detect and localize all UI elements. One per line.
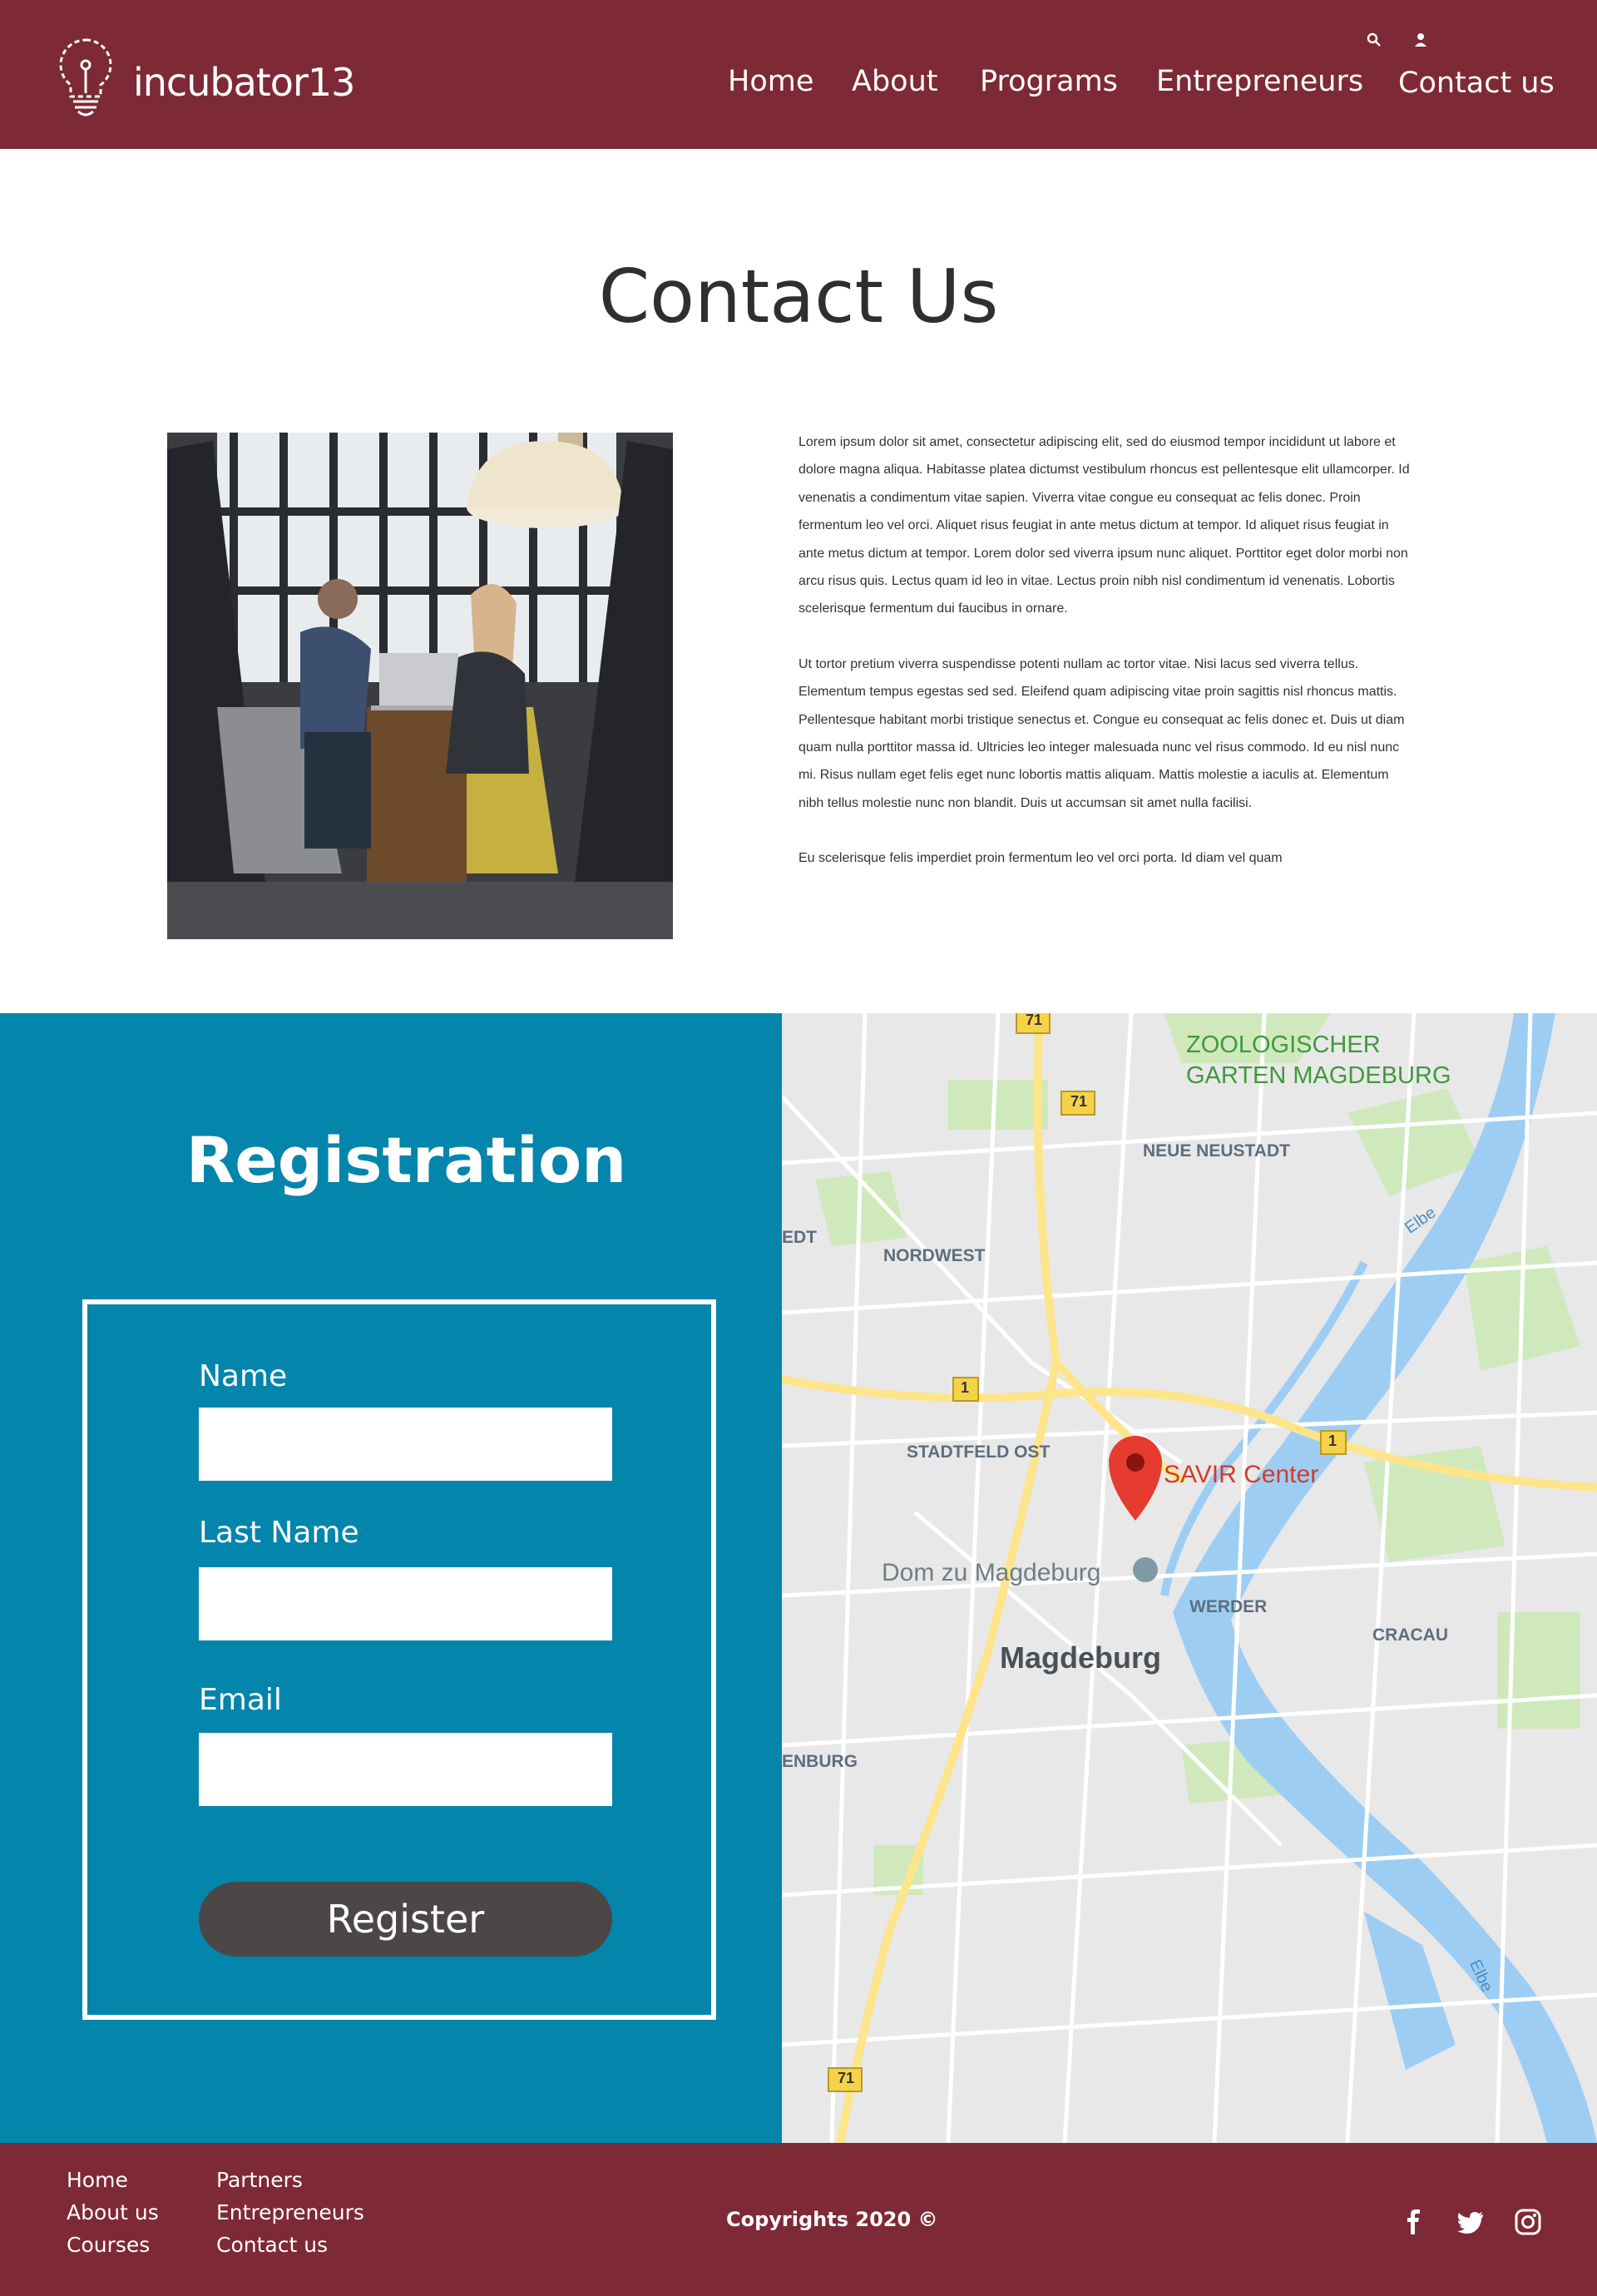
paragraph: Ut tortor pretium viverra suspendisse po… [798, 656, 1405, 810]
search-icon[interactable] [1364, 30, 1384, 50]
map-label-dom: Dom zu Magdeburg [882, 1559, 1101, 1586]
location-map[interactable]: 71 71 1 1 71 ZOOLOGISCHER GARTEN MAGDEBU… [782, 1013, 1597, 2143]
facebook-icon[interactable] [1401, 2208, 1429, 2236]
footer-link-about-us[interactable]: About us [67, 2200, 159, 2224]
name-label: Name [199, 1359, 288, 1393]
site-footer: Home About us Courses Partners Entrepren… [0, 2143, 1597, 2296]
map-label-werder: WERDER [1189, 1597, 1268, 1616]
paragraph: Eu scelerisque felis imperdiet proin fer… [798, 851, 1283, 866]
road-badge-71: 71 [1070, 1093, 1088, 1110]
map-label-city: Magdeburg [1000, 1640, 1161, 1675]
road-badge-71: 71 [838, 2070, 855, 2086]
map-label-cracau: CRACAU [1372, 1626, 1448, 1645]
register-button[interactable]: Register [199, 1882, 612, 1957]
nav-programs[interactable]: Programs [980, 65, 1118, 98]
page: incubator13 Home About Programs Entrepre… [0, 0, 1597, 2296]
nav-about[interactable]: About [852, 65, 937, 98]
road-badge-1: 1 [1328, 1433, 1337, 1449]
site-header: incubator13 Home About Programs Entrepre… [0, 0, 1597, 149]
road-badge-1: 1 [961, 1379, 970, 1396]
nav-contact-us[interactable]: Contact us [1398, 67, 1555, 100]
main-nav: Home About Programs Entrepreneurs Contac… [0, 65, 1597, 106]
last-name-input[interactable] [199, 1567, 612, 1640]
map-label-enburg: ENBURG [782, 1752, 858, 1771]
footer-link-partners[interactable]: Partners [216, 2168, 303, 2192]
page-title: Contact Us [598, 254, 999, 339]
footer-link-contact-us[interactable]: Contact us [216, 2233, 328, 2257]
last-name-label: Last Name [199, 1516, 359, 1550]
instagram-icon[interactable] [1514, 2208, 1542, 2236]
map-label-edt: EDT [782, 1228, 817, 1247]
footer-link-courses[interactable]: Courses [67, 2233, 150, 2257]
copyright-text: Copyrights 2020 © [726, 2208, 938, 2231]
footer-link-home[interactable]: Home [67, 2168, 128, 2192]
office-meeting-photo [167, 433, 673, 939]
user-icon[interactable] [1411, 30, 1431, 50]
map-label-zoo: ZOOLOGISCHER GARTEN MAGDEBURG [1186, 1032, 1451, 1089]
map-label-nordwest: NORDWEST [883, 1246, 986, 1265]
twitter-icon[interactable] [1457, 2208, 1486, 2236]
registration-form: Name Last Name Email Register [82, 1299, 716, 2020]
road-badge-71: 71 [1026, 1013, 1043, 1028]
map-label-neue-neustadt: NEUE NEUSTADT [1143, 1141, 1290, 1160]
map-marker-label[interactable]: SAVIR Center [1164, 1461, 1318, 1489]
header-utility-icons [1364, 30, 1431, 53]
footer-link-entrepreneurs[interactable]: Entrepreneurs [216, 2200, 364, 2224]
contact-description: Lorem ipsum dolor sit amet, consectetur … [798, 428, 1416, 900]
email-input[interactable] [199, 1733, 612, 1806]
map-label-stadtfeld-ost: STADTFELD OST [907, 1442, 1051, 1462]
registration-title: Registration [185, 1123, 627, 1197]
name-input[interactable] [199, 1408, 612, 1481]
paragraph: Lorem ipsum dolor sit amet, consectetur … [798, 435, 1410, 616]
nav-home[interactable]: Home [728, 65, 813, 98]
nav-entrepreneurs[interactable]: Entrepreneurs [1156, 65, 1363, 98]
email-label: Email [199, 1683, 282, 1717]
registration-section: Registration Name Last Name Email Regist… [0, 1013, 782, 2143]
